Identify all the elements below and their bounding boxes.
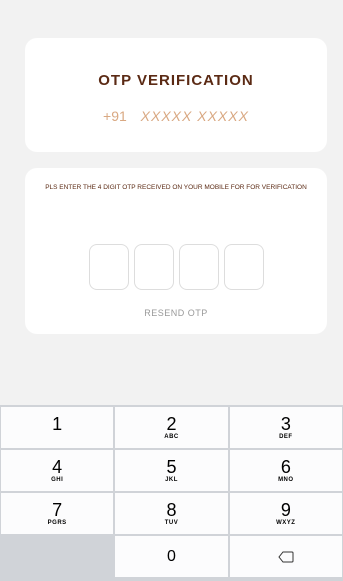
key-4[interactable]: 4 GHI (1, 450, 114, 491)
key-6[interactable]: 6 MNO (229, 450, 342, 491)
key-2[interactable]: 2 ABC (115, 407, 228, 448)
key-letters: JKL (165, 476, 178, 483)
resend-otp-link[interactable]: RESEND OTP (25, 308, 327, 318)
key-0[interactable]: 0 (115, 536, 228, 577)
key-letters: ABC (164, 433, 179, 440)
backspace-icon (278, 551, 294, 562)
otp-input-group (25, 244, 327, 290)
key-digit: 4 (52, 456, 63, 477)
key-letters: DEF (279, 433, 293, 440)
key-digit: 8 (166, 499, 177, 520)
key-digit: 0 (167, 547, 176, 565)
key-digit: 2 (166, 413, 177, 434)
key-7[interactable]: 7 PGRS (1, 493, 114, 534)
key-blank (1, 536, 114, 577)
key-digit: 6 (280, 456, 291, 477)
key-5[interactable]: 5 JKL (115, 450, 228, 491)
otp-header-card: OTP VERIFICATION +91 XXXXX XXXXX (25, 38, 327, 152)
otp-digit-4[interactable] (223, 244, 264, 290)
backspace-key[interactable] (229, 536, 342, 577)
key-digit: 7 (52, 499, 63, 520)
numeric-keypad: 1 2 ABC 3 DEF 4 GHI 5 JKL 6 MNO 7 PGRS 8 TUV 9W… (0, 405, 343, 581)
key-digit: 3 (280, 413, 291, 434)
key-letters: MNO (278, 476, 294, 483)
key-3[interactable]: 3 DEF (229, 407, 342, 448)
page-title: OTP VERIFICATION (98, 72, 254, 89)
masked-phone: XXXXX XXXXX (140, 108, 249, 124)
phone-number: +91 XXXXX XXXXX (25, 108, 327, 124)
key-1[interactable]: 1 (1, 407, 114, 448)
key-digit: 9 (280, 499, 291, 520)
key-letters: GHI (51, 476, 64, 483)
key-9[interactable]: 9 WXYZ (229, 493, 342, 534)
otp-digit-1[interactable] (88, 244, 129, 290)
otp-digit-3[interactable] (178, 244, 219, 290)
key-digit: 1 (52, 413, 63, 434)
otp-instruction: PLS ENTER THE 4 DIGIT OTP RECEIVED ON YO… (45, 184, 307, 191)
key-digit: 5 (166, 456, 177, 477)
otp-entry-card: PLS ENTER THE 4 DIGIT OTP RECEIVED ON YO… (25, 168, 327, 334)
otp-digit-2[interactable] (133, 244, 174, 290)
key-letters: WXYZ (276, 519, 296, 526)
key-letters: PGRS (47, 519, 67, 526)
key-letters: TUV (164, 519, 179, 526)
country-code: +91 (103, 108, 127, 124)
key-8[interactable]: 8 TUV (115, 493, 228, 534)
